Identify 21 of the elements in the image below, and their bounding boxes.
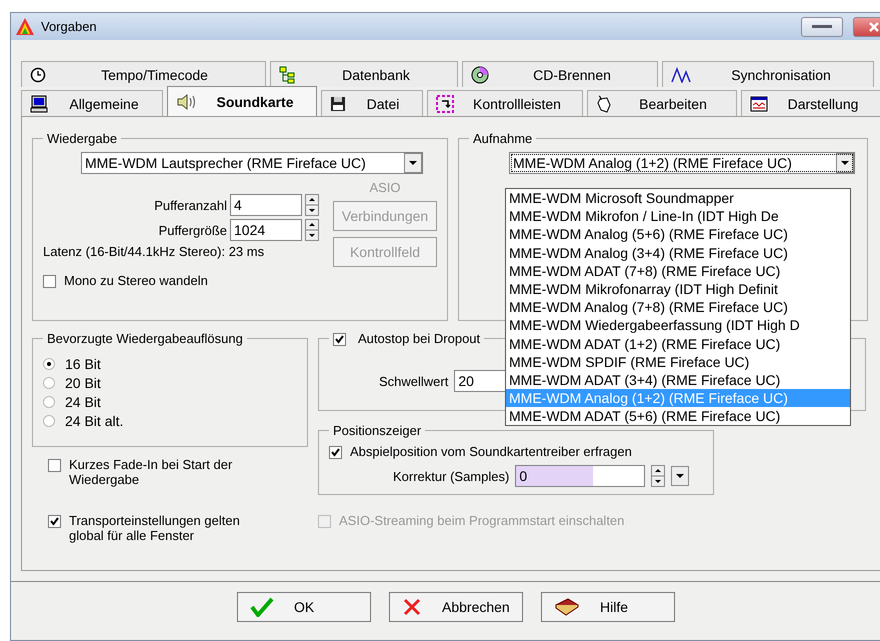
field-label: Schwellwert [379, 374, 448, 388]
checkbox-label: Abspielposition vom Soundkartentreiber erfragen [350, 444, 632, 459]
window-title: Vorgaben [41, 19, 98, 34]
radio-label: 24 Bit [65, 394, 101, 410]
checkbox-label: Mono zu Stereo wandeln [64, 273, 208, 288]
field-label: Pufferanzahl [154, 198, 227, 212]
checkbox-label: ASIO-Streaming beim Programmstart einschalten [339, 513, 624, 528]
checkbox-label: Transporteinstellungen gelten global für alle Fenster [69, 513, 241, 543]
checkbox-label: Autostop bei Dropout [358, 331, 480, 346]
radio-label: 16 Bit [65, 356, 101, 372]
group-title: Bevorzugte Wiedergabeauflösung [46, 331, 244, 346]
radio-label: 24 Bit alt. [65, 413, 124, 429]
asio-label: ASIO [369, 180, 401, 195]
group-title: Positionszeiger [332, 423, 422, 438]
field-label: Korrektur (Samples) [393, 468, 510, 484]
radio-label: 20 Bit [65, 375, 101, 391]
latency-text: Latenz (16-Bit/44.1kHz Stereo): 23 ms [43, 244, 266, 259]
checkbox-label: Kurzes Fade-In bei Start der Wiedergabe [69, 457, 234, 487]
group-title: Aufnahme [472, 131, 534, 146]
field-label: Puffergröße [158, 222, 227, 238]
group-title: Wiedergabe [46, 131, 118, 146]
